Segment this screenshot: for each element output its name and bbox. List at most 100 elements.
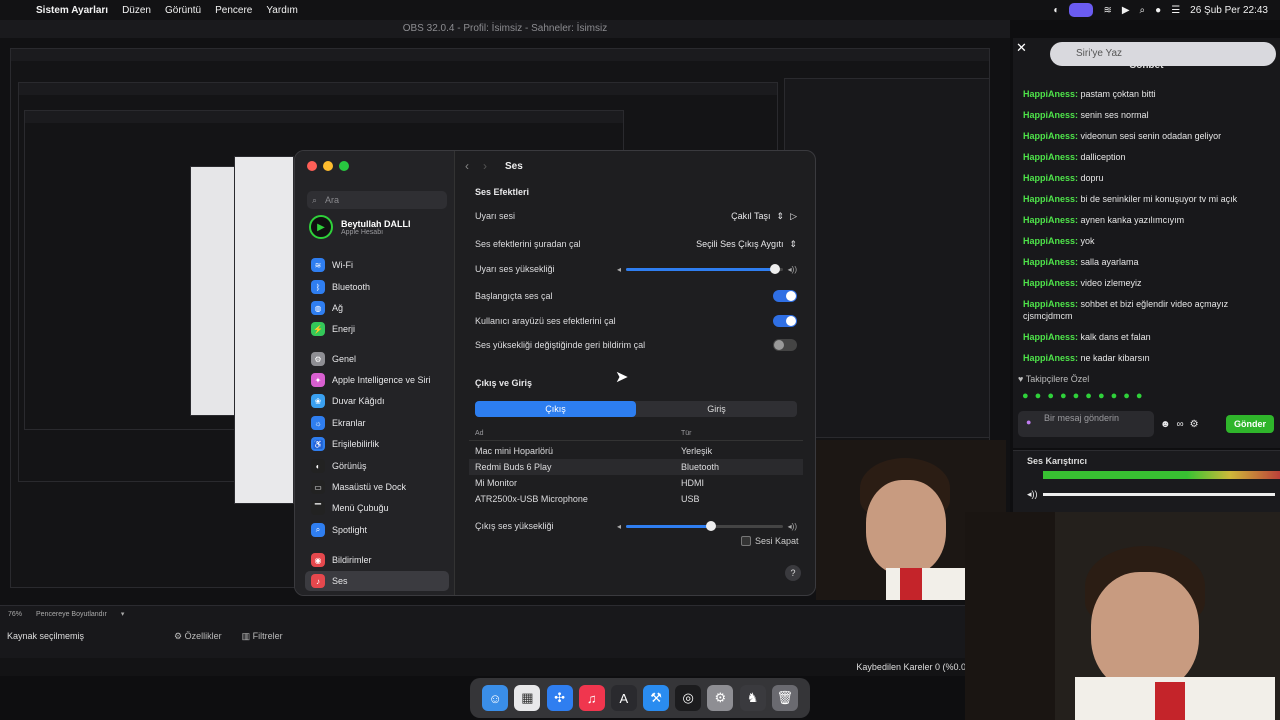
sidebar-item[interactable]: ♿ Erişilebilirlik (305, 434, 449, 454)
status-icon[interactable]: ◐ (1053, 5, 1059, 16)
play-icon[interactable]: ▷ (790, 211, 797, 222)
sidebar-item[interactable]: ⚡ Enerji (305, 319, 449, 339)
emote-icon[interactable]: ● (1123, 390, 1130, 402)
chat-username[interactable]: HappiAness: (1023, 131, 1078, 141)
play-icon[interactable]: ▶ (1122, 5, 1130, 16)
table-row[interactable]: Mac mini Hoparlörü Yerleşik (469, 443, 803, 459)
menu-edit[interactable]: Düzen (122, 5, 151, 16)
launchpad-icon[interactable]: ▦ (514, 685, 541, 711)
chat-username[interactable]: HappiAness: (1023, 299, 1078, 309)
emoji-icon[interactable]: ☻ (1160, 419, 1171, 430)
properties-button[interactable]: ⚙ Özellikler (174, 631, 222, 642)
col-name[interactable]: Ad (469, 430, 681, 437)
slider-knob[interactable] (705, 520, 716, 531)
forward-icon[interactable]: › (483, 159, 487, 173)
menu-clock[interactable]: 26 Şub Per 22:43 (1190, 5, 1268, 16)
slider-knob[interactable] (769, 263, 780, 274)
filters-button[interactable]: ▥ Filtreler (242, 631, 283, 642)
gear-icon[interactable]: ⚙ (1190, 419, 1199, 430)
user-icon[interactable]: ● (1155, 5, 1161, 16)
menu-help[interactable]: Yardım (266, 5, 298, 16)
chat-username[interactable]: HappiAness: (1023, 152, 1078, 162)
sidebar-item[interactable]: ▭ Masaüstü ve Dock (305, 477, 449, 497)
emote-icon[interactable]: ● (1111, 390, 1118, 402)
emote-icon[interactable]: ● (1136, 390, 1143, 402)
volume-icon[interactable]: ◂)) (1027, 489, 1038, 500)
alert-sound-select[interactable]: Çakıl Taşı (731, 211, 770, 221)
tab-output[interactable]: Çıkış (475, 401, 636, 417)
ui-effects-toggle[interactable] (773, 315, 797, 327)
xcode-icon[interactable]: ⚒ (643, 685, 670, 711)
chat-username[interactable]: HappiAness: (1023, 278, 1078, 288)
play-through-select[interactable]: Seçili Ses Çıkış Aygıtı (696, 239, 783, 249)
sidebar-item[interactable]: ⌕ Spotlight (305, 520, 449, 540)
menu-window[interactable]: Pencere (215, 5, 252, 16)
emote-icon[interactable]: ● (1022, 390, 1029, 402)
zoom-button[interactable] (339, 161, 349, 171)
close-button[interactable] (307, 161, 317, 171)
sidebar-item[interactable]: ≋ Wi-Fi (305, 255, 449, 275)
chat-username[interactable]: HappiAness: (1023, 215, 1078, 225)
emote-icon[interactable]: ● (1047, 390, 1054, 402)
sidebar-item[interactable]: ◍ Ağ (305, 298, 449, 318)
sidebar-item[interactable]: ⚙ Genel (305, 349, 449, 369)
minimize-button[interactable] (323, 161, 333, 171)
instruments-icon[interactable]: A (610, 685, 637, 711)
apple-account[interactable]: ▶ Beytullah DALLI Apple Hesabı (309, 215, 411, 239)
menu-view[interactable]: Görüntü (165, 5, 201, 16)
sidebar-item[interactable]: ◉ Bildirimler (305, 550, 449, 570)
trash-icon[interactable]: 🗑 (771, 685, 798, 711)
chat-username[interactable]: HappiAness: (1023, 257, 1078, 267)
sidebar-item[interactable]: ✦ Apple Intelligence ve Siri (305, 370, 449, 390)
screen-record-icon[interactable] (1069, 3, 1094, 17)
zoom-level[interactable]: 76% (8, 611, 22, 618)
sidebar-item[interactable]: ◐ Görünüş (305, 456, 449, 476)
finder-icon[interactable]: ☺ (482, 685, 509, 711)
sidebar-item[interactable]: ☼ Ekranlar (305, 413, 449, 433)
help-button[interactable]: ? (785, 565, 801, 581)
sidebar-item[interactable]: ❀ Duvar Kâğıdı (305, 391, 449, 411)
chat-input[interactable]: ● Bir mesaj gönderin (1018, 411, 1154, 437)
emote-icon[interactable]: ● (1098, 390, 1105, 402)
sidebar-item[interactable]: ᛒ Bluetooth (305, 277, 449, 297)
fit-window-label[interactable]: Pencereye Boyutlandır (36, 611, 107, 618)
chevron-updown-icon[interactable]: ⇕ (789, 239, 797, 250)
col-type[interactable]: Tür (681, 430, 692, 437)
chat-username[interactable]: HappiAness: (1023, 353, 1078, 363)
search-input[interactable]: ⌕ Ara (307, 191, 447, 209)
output-volume-slider[interactable]: ◂ ◂)) (617, 520, 797, 531)
volume-feedback-toggle[interactable] (773, 339, 797, 351)
chat-username[interactable]: HappiAness: (1023, 236, 1078, 246)
system-settings-icon[interactable]: ⚙ (707, 685, 734, 711)
app-icon[interactable]: ♞ (739, 685, 766, 711)
chat-username[interactable]: HappiAness: (1023, 110, 1078, 120)
table-row[interactable]: Mi Monitor HDMI (469, 475, 803, 491)
sidebar-item[interactable]: ▔ Menü Çubuğu (305, 498, 449, 518)
mute-checkbox-row[interactable]: Sesi Kapat (741, 536, 799, 546)
back-icon[interactable]: ‹ (465, 159, 469, 173)
startup-sound-toggle[interactable] (773, 290, 797, 302)
chevron-updown-icon[interactable]: ⇕ (777, 211, 785, 222)
table-row[interactable]: ATR2500x-USB Microphone USB (469, 491, 803, 507)
mixer-slider[interactable] (1043, 493, 1275, 496)
music-icon[interactable]: ♫ (578, 685, 605, 711)
send-button[interactable]: Gönder (1225, 415, 1274, 433)
chat-username[interactable]: HappiAness: (1023, 89, 1078, 99)
emote-icon[interactable]: ● (1035, 390, 1042, 402)
chat-username[interactable]: HappiAness: (1023, 194, 1078, 204)
emote-icon[interactable]: ● (1085, 390, 1092, 402)
sidebar-item[interactable]: ♪ Ses (305, 571, 449, 591)
points-icon[interactable]: ∞ (1177, 419, 1184, 430)
wifi-icon[interactable]: ≋ (1103, 5, 1111, 16)
safari-icon[interactable]: ✣ (546, 685, 573, 711)
mute-checkbox[interactable] (741, 536, 751, 546)
table-row[interactable]: Redmi Buds 6 Play Bluetooth (469, 459, 803, 475)
emote-icon[interactable]: ● (1060, 390, 1067, 402)
chat-username[interactable]: HappiAness: (1023, 173, 1078, 183)
tab-input[interactable]: Giriş (636, 401, 797, 417)
control-center-icon[interactable]: ☰ (1171, 5, 1180, 16)
emote-icon[interactable]: ● (1073, 390, 1080, 402)
chat-username[interactable]: HappiAness: (1023, 332, 1078, 342)
chevron-down-icon[interactable]: ▾ (121, 610, 125, 618)
menu-app-name[interactable]: Sistem Ayarları (36, 5, 108, 16)
